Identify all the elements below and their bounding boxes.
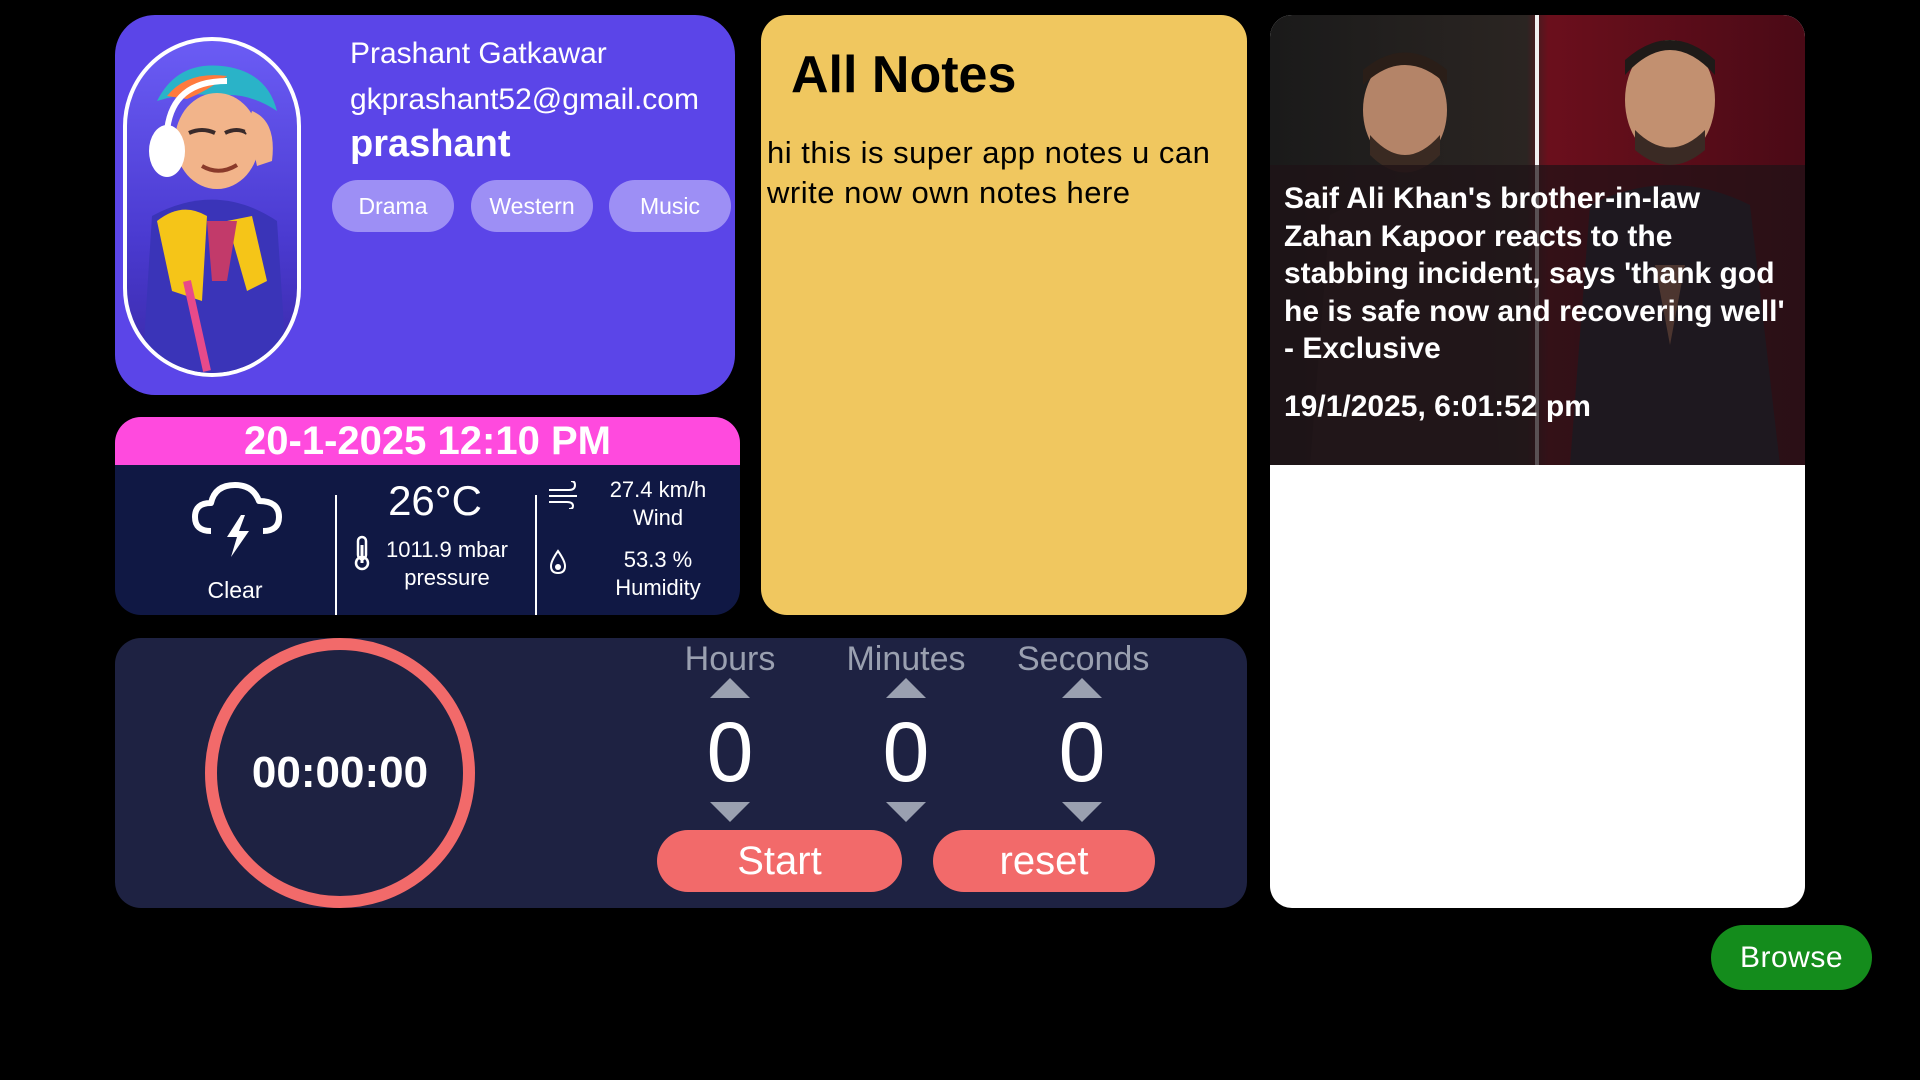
- wind-icon: [547, 480, 581, 514]
- news-date: 19/1/2025, 6:01:52 pm: [1284, 390, 1591, 423]
- avatar: [123, 37, 301, 377]
- minutes-label: Minutes: [846, 640, 966, 678]
- humidity-value: 53.3 %: [623, 547, 693, 572]
- weather-temperature: 26°C: [388, 477, 482, 524]
- pressure-label: pressure: [404, 565, 490, 590]
- humidity-label: Humidity: [615, 575, 701, 600]
- hours-increment-icon[interactable]: [710, 678, 750, 698]
- droplet-icon: [549, 549, 567, 580]
- seconds-decrement-icon[interactable]: [1062, 802, 1102, 822]
- browse-button[interactable]: Browse: [1711, 925, 1872, 990]
- hours-decrement-icon[interactable]: [710, 802, 750, 822]
- thermometer-icon: [351, 535, 373, 576]
- profile-username: prashant: [350, 123, 511, 165]
- seconds-label: Seconds: [1017, 640, 1150, 678]
- news-card[interactable]: Saif Ali Khan's brother-in-law Zahan Kap…: [1270, 15, 1805, 908]
- hours-value: 0: [706, 705, 754, 799]
- weather-divider: [535, 495, 537, 615]
- notes-textarea[interactable]: hi this is super app notes u can write n…: [767, 133, 1237, 213]
- weather-card: 20-1-2025 12:10 PM Clear 26°C 1011.9 mba…: [115, 417, 740, 615]
- profile-card: Prashant Gatkawar gkprashant52@gmail.com…: [115, 15, 735, 395]
- seconds-increment-icon[interactable]: [1062, 678, 1102, 698]
- pressure-value: 1011.9 mbar: [386, 537, 508, 562]
- profile-email: gkprashant52@gmail.com: [350, 83, 699, 116]
- category-chip-music[interactable]: Music: [609, 180, 731, 232]
- reset-button[interactable]: reset: [933, 830, 1155, 892]
- notes-title: All Notes: [791, 46, 1017, 104]
- minutes-value: 0: [882, 705, 930, 799]
- start-button[interactable]: Start: [657, 830, 902, 892]
- weather-condition: Clear: [207, 577, 263, 603]
- wind-label: Wind: [632, 505, 684, 530]
- wind-value: 27.4 km/h: [609, 477, 707, 502]
- minutes-decrement-icon[interactable]: [886, 802, 926, 822]
- hours-label: Hours: [684, 640, 776, 678]
- timer-display: 00:00:00: [251, 748, 429, 797]
- weather-datetime: 20-1-2025 12:10 PM: [115, 417, 740, 465]
- timer-card: 00:00:00 Hours Minutes Seconds 0 0 0 Sta…: [115, 638, 1247, 908]
- news-headline[interactable]: Saif Ali Khan's brother-in-law Zahan Kap…: [1284, 180, 1794, 368]
- avatar-illustration: [142, 65, 287, 373]
- profile-name: Prashant Gatkawar: [350, 37, 607, 70]
- category-chip-western[interactable]: Western: [471, 180, 593, 232]
- minutes-increment-icon[interactable]: [886, 678, 926, 698]
- seconds-value: 0: [1058, 705, 1106, 799]
- weather-divider: [335, 495, 337, 615]
- notes-card[interactable]: All Notes hi this is super app notes u c…: [761, 15, 1247, 615]
- thunderstorm-icon: [189, 479, 285, 566]
- category-chip-drama[interactable]: Drama: [332, 180, 454, 232]
